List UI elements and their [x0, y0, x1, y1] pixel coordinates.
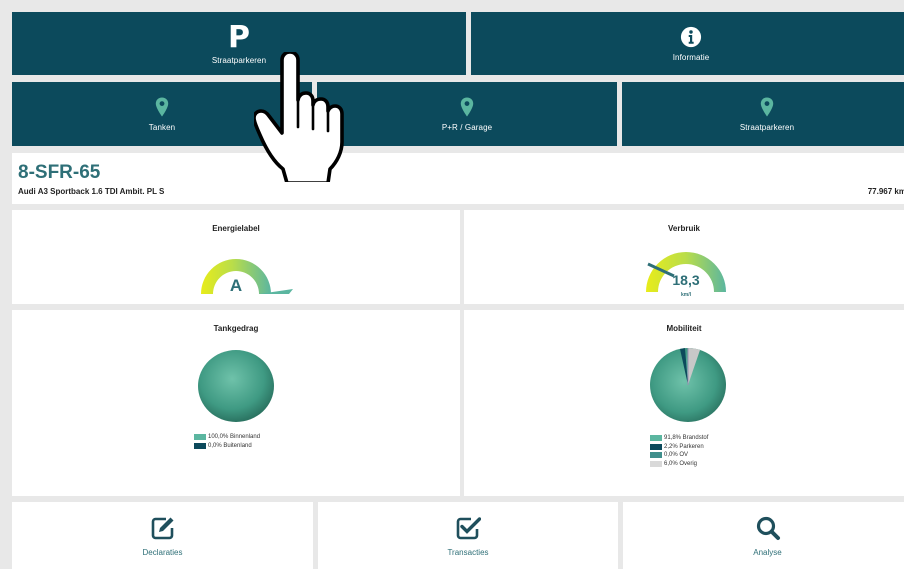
consumption-gauge: 18,3 km/l	[646, 252, 726, 298]
vehicle-mileage: 77.967 km	[867, 187, 904, 196]
mobility-legend: 91,8% Brandstof 2,2% Parkeren 0,0% OV 6,…	[650, 434, 708, 468]
mobility-card: Mobiliteit 91,8% Brandstof 2,2% Parkeren…	[464, 310, 904, 496]
legend-item: 91,8% Brandstof	[650, 434, 708, 443]
app-frame: P Straatparkeren Informatie Tanken P+R /…	[0, 0, 904, 569]
legend-swatch	[650, 443, 662, 450]
consumption-value: 18,3	[672, 272, 699, 288]
search-icon	[756, 516, 780, 540]
declaraties-button[interactable]: Declaraties	[12, 502, 313, 569]
legend-item: 2,2% Parkeren	[650, 443, 708, 452]
tank-pie-slice-binnenland	[198, 350, 274, 422]
location-label: Tanken	[148, 122, 176, 132]
legend-swatch	[194, 442, 206, 449]
consumption-unit: km/l	[681, 292, 692, 298]
location-straatparkeren-button[interactable]: Straatparkeren	[622, 82, 904, 146]
license-plate: 8-SFR-65	[18, 162, 101, 183]
legend-label: 6,0% Overig	[664, 460, 698, 467]
legend-label: 0,0% Buitenland	[208, 442, 252, 449]
tank-behavior-card: Tankgedrag 100,0% Binnenland 0,0% Buiten…	[12, 310, 460, 496]
legend-swatch	[650, 460, 662, 467]
legend-swatch	[194, 434, 206, 441]
location-tanken-button[interactable]: Tanken	[12, 82, 312, 146]
straatparkeren-label: Straatparkeren	[211, 55, 267, 65]
legend-label: 2,2% Parkeren	[664, 443, 704, 450]
informatie-button[interactable]: Informatie	[471, 12, 904, 75]
tank-behavior-title: Tankgedrag	[213, 324, 259, 333]
info-circle-icon	[680, 26, 702, 47]
analyse-label: Analyse	[753, 547, 782, 557]
legend-item: 0,0% Buitenland	[194, 442, 260, 451]
legend-label: 0,0% OV	[664, 452, 689, 458]
transacties-label: Transacties	[447, 547, 489, 557]
straatparkeren-button[interactable]: P Straatparkeren	[12, 12, 466, 75]
location-label: P+R / Garage	[441, 122, 493, 132]
legend-swatch	[650, 435, 662, 442]
location-pr-garage-button[interactable]: P+R / Garage	[317, 82, 617, 146]
consumption-card: Verbruik 18,3 km/l	[464, 210, 904, 304]
energy-gauge: A	[201, 259, 293, 295]
map-pin-icon	[460, 97, 474, 116]
legend-label: 100,0% Binnenland	[208, 434, 261, 440]
energy-label-card: Energielabel A	[12, 210, 460, 304]
informatie-label: Informatie	[672, 52, 710, 62]
mobility-pie	[650, 348, 726, 422]
transacties-button[interactable]: Transacties	[318, 502, 618, 569]
map-pin-icon	[155, 97, 169, 116]
legend-item: 0,0% OV	[650, 451, 708, 460]
parking-p-icon: P	[228, 19, 250, 55]
consumption-title: Verbruik	[667, 224, 700, 233]
map-pin-icon	[760, 97, 774, 116]
legend-item: 6,0% Overig	[650, 460, 708, 469]
legend-item: 100,0% Binnenland	[194, 433, 260, 442]
tank-behavior-legend: 100,0% Binnenland 0,0% Buitenland	[194, 433, 260, 450]
energy-label-value: A	[230, 276, 242, 295]
tank-behavior-pie	[198, 350, 274, 422]
mobility-title: Mobiliteit	[666, 324, 702, 333]
legend-swatch	[650, 452, 662, 459]
declaraties-label: Declaraties	[142, 547, 183, 557]
edit-icon	[151, 517, 173, 539]
checkbox-icon	[456, 516, 481, 539]
location-label: Straatparkeren	[739, 122, 795, 132]
analyse-button[interactable]: Analyse	[623, 502, 904, 569]
energy-label-title: Energielabel	[212, 224, 260, 233]
vehicle-card: 8-SFR-65 Audi A3 Sportback 1.6 TDI Ambit…	[12, 153, 904, 204]
legend-label: 91,8% Brandstof	[664, 435, 709, 441]
vehicle-model: Audi A3 Sportback 1.6 TDI Ambit. PL S	[18, 187, 165, 196]
